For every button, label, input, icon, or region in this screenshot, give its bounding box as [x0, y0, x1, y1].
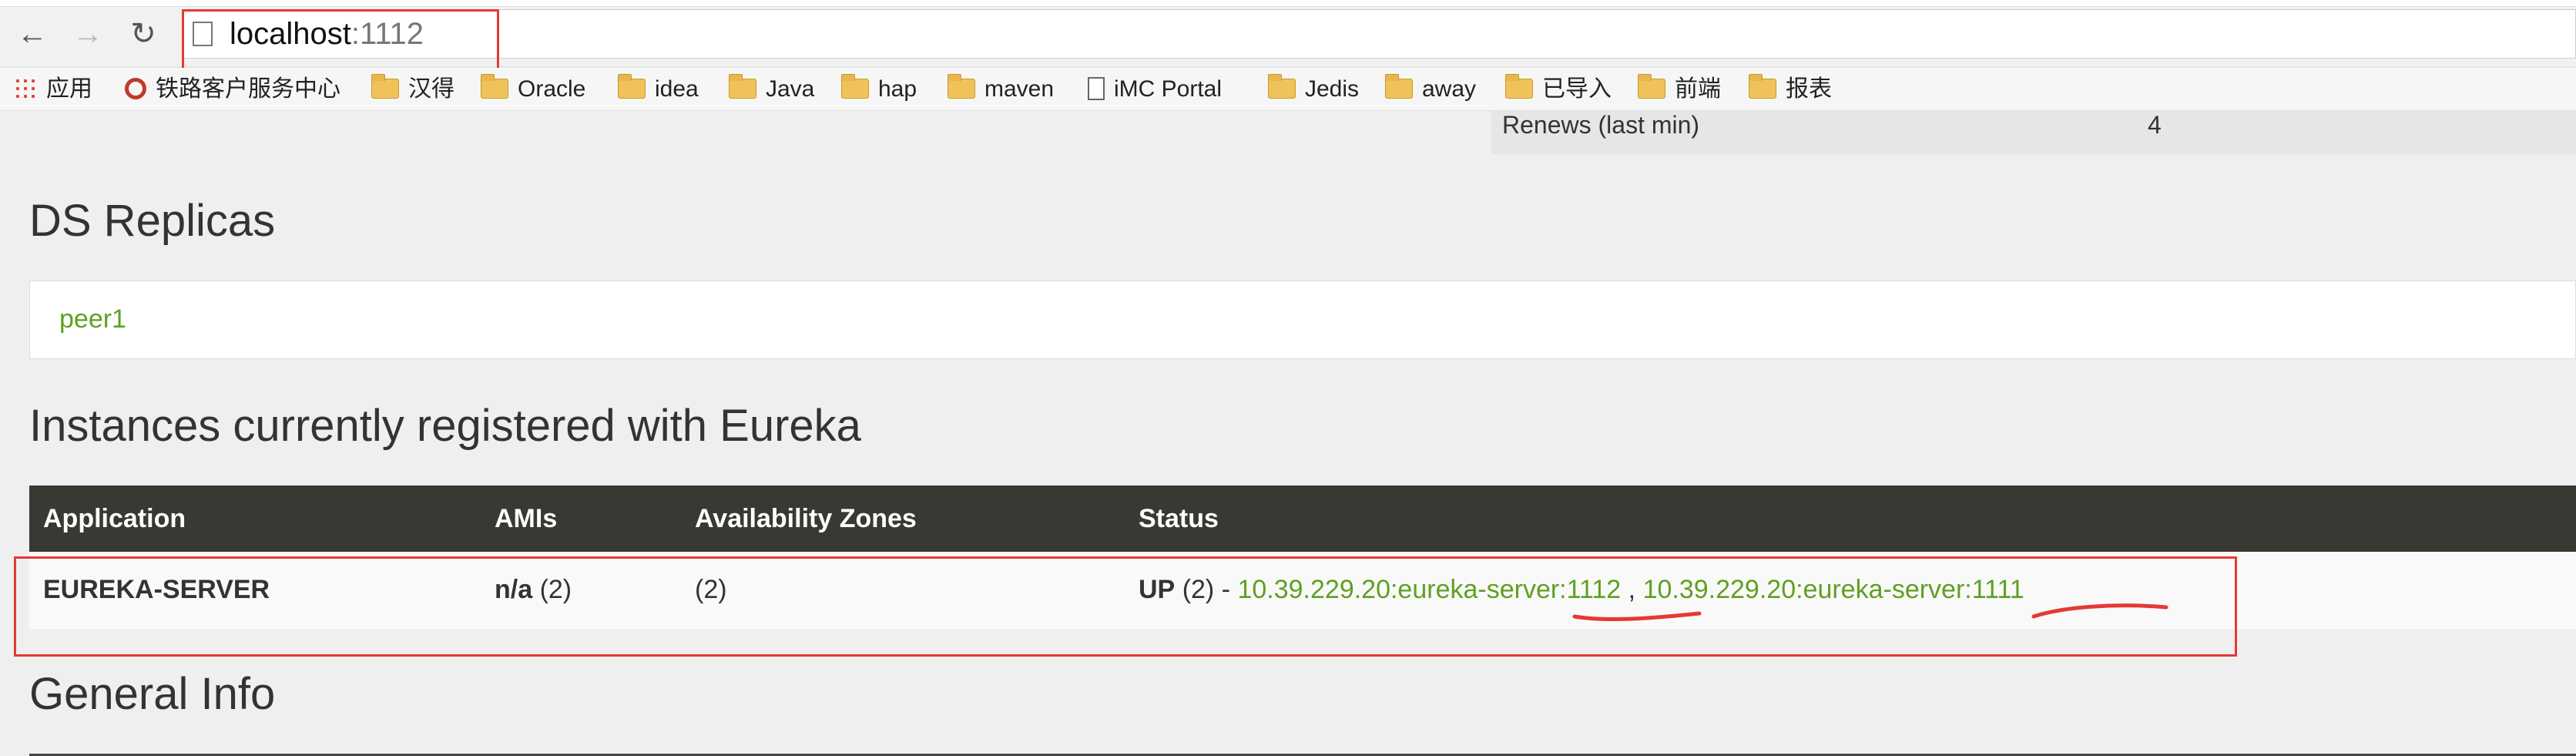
renews-value: 4 — [2148, 111, 2162, 139]
replicas-heading: DS Replicas — [29, 196, 276, 246]
bookmark-apps[interactable]: 应用 — [14, 72, 92, 106]
address-annotation-box — [182, 9, 499, 71]
reload-button[interactable]: ↻ — [126, 17, 160, 51]
bookmark-folder-frontend[interactable]: 前端 — [1638, 72, 1721, 106]
apps-grid-icon — [14, 77, 37, 101]
instances-heading: Instances currently registered with Eure… — [29, 401, 861, 451]
folder-icon — [481, 74, 508, 99]
bookmark-label: 汉得 — [408, 76, 454, 102]
bookmark-label: 前端 — [1675, 76, 1721, 102]
bookmark-imc-portal[interactable]: iMC Portal — [1088, 72, 1222, 106]
underline-annotation-1111 — [2031, 603, 2168, 619]
bookmark-label: idea — [655, 76, 699, 102]
instances-table-header: Application AMIs Availability Zones Stat… — [29, 486, 2576, 552]
bookmark-label: hap — [878, 76, 917, 102]
folder-icon — [948, 74, 975, 99]
bookmark-label: 铁路客户服务中心 — [156, 76, 340, 102]
bookmark-label: iMC Portal — [1114, 76, 1223, 102]
folder-icon — [1505, 74, 1533, 99]
page-icon — [1088, 77, 1105, 101]
general-info-heading: General Info — [29, 669, 276, 719]
bookmark-label: 已导入 — [1542, 76, 1612, 102]
folder-icon — [1749, 74, 1776, 99]
bookmark-label: maven — [984, 76, 1055, 102]
address-bar[interactable] — [182, 9, 2576, 59]
bookmark-label: Oracle — [518, 76, 586, 102]
site-favicon-icon — [125, 78, 146, 100]
bookmark-folder-imported[interactable]: 已导入 — [1505, 72, 1612, 106]
browser-toolbar: ← → ↻ localhost:1112 — [0, 0, 2576, 71]
folder-icon — [1638, 74, 1665, 99]
bookmark-folder-jedis[interactable]: Jedis — [1268, 72, 1359, 106]
folder-icon — [371, 74, 399, 99]
bookmark-folder-reports[interactable]: 报表 — [1749, 72, 1832, 106]
folder-icon — [618, 74, 646, 99]
tab-strip — [0, 0, 2576, 7]
forward-button[interactable]: → — [71, 17, 105, 51]
folder-icon — [841, 74, 869, 99]
bookmark-label: 报表 — [1786, 76, 1832, 102]
column-amis: AMIs — [495, 504, 558, 533]
column-application: Application — [43, 504, 186, 533]
bookmark-label: away — [1422, 76, 1477, 102]
column-availability-zones: Availability Zones — [695, 504, 917, 533]
bookmark-folder-hand[interactable]: 汉得 — [371, 72, 454, 106]
bookmarks-bar: 应用 铁路客户服务中心 汉得 Oracle idea Java hap mave… — [0, 68, 2576, 111]
replicas-list: peer1 — [29, 281, 2576, 359]
bookmark-folder-oracle[interactable]: Oracle — [481, 72, 585, 106]
lease-stats-panel: Renews (last min) 4 — [1491, 111, 2576, 154]
row-annotation-box — [14, 556, 2237, 657]
folder-icon — [729, 74, 756, 99]
folder-icon — [1268, 74, 1296, 99]
bookmark-railway[interactable]: 铁路客户服务中心 — [125, 72, 340, 106]
column-status: Status — [1139, 504, 1219, 533]
bookmark-folder-java[interactable]: Java — [729, 72, 814, 106]
bookmark-label: Java — [766, 76, 815, 102]
folder-icon — [1385, 74, 1413, 99]
bookmark-folder-maven[interactable]: maven — [948, 72, 1054, 106]
bookmark-folder-away[interactable]: away — [1385, 72, 1476, 106]
replica-link-peer1[interactable]: peer1 — [59, 301, 126, 337]
bookmark-label: 应用 — [46, 76, 92, 102]
underline-annotation-1112 — [1572, 611, 1702, 621]
bookmark-folder-hap[interactable]: hap — [841, 72, 917, 106]
back-button[interactable]: ← — [15, 17, 49, 51]
renews-label: Renews (last min) — [1502, 111, 1700, 139]
bookmark-folder-idea[interactable]: idea — [618, 72, 699, 106]
bookmark-label: Jedis — [1305, 76, 1360, 102]
